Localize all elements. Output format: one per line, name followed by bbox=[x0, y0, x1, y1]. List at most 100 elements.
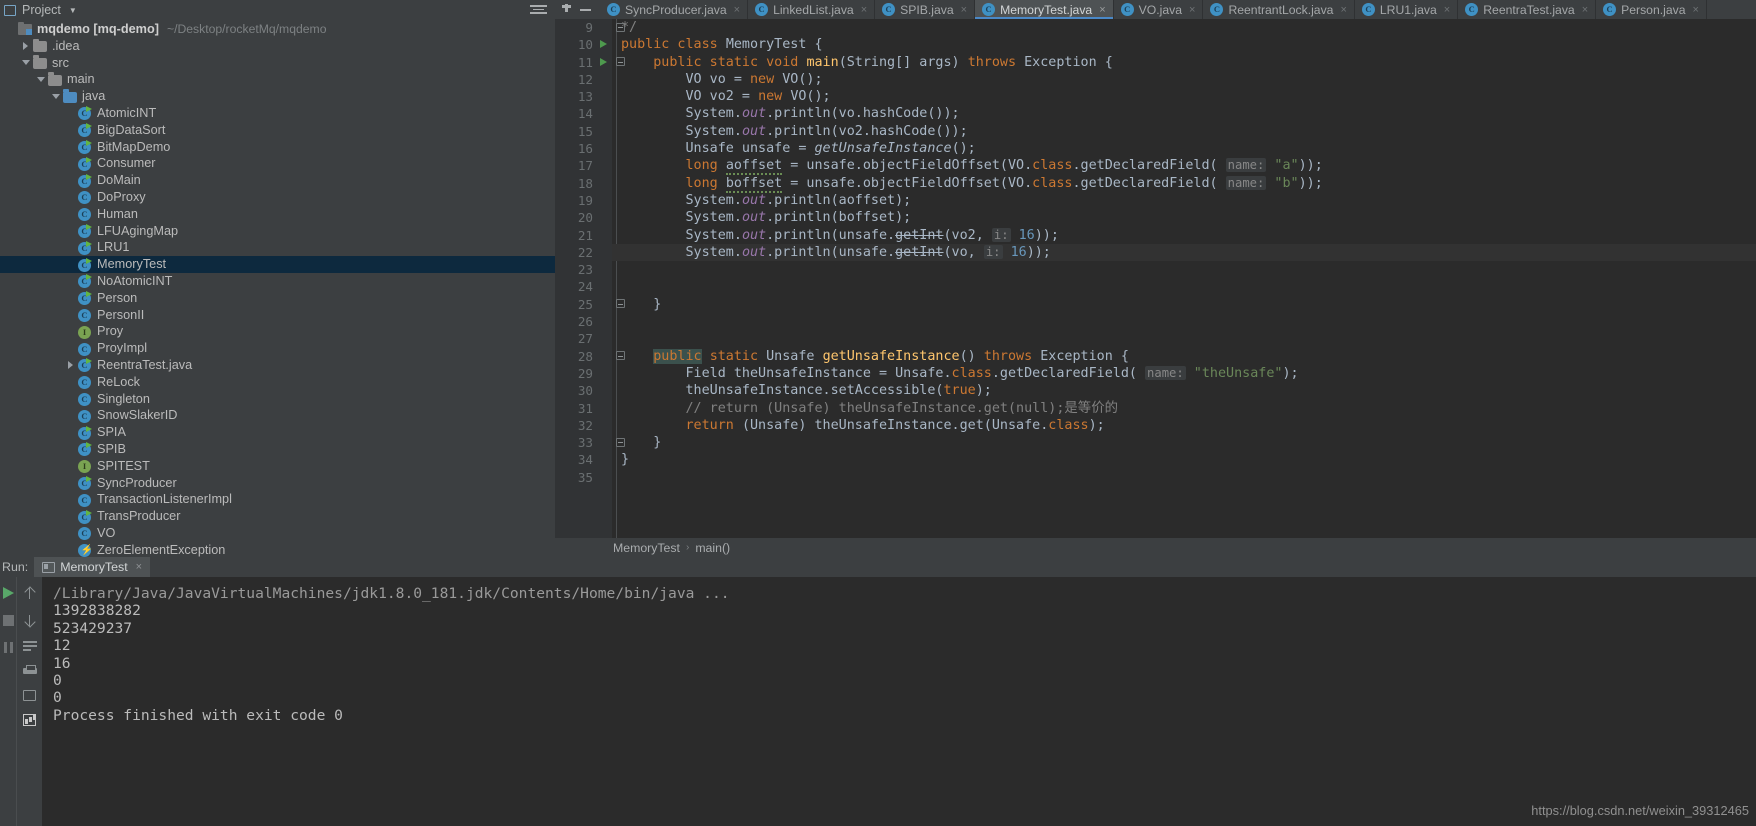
tree-node-atomicint[interactable]: C AtomicINT bbox=[0, 105, 555, 122]
editor-tab-memorytest[interactable]: C MemoryTest.java × bbox=[975, 0, 1114, 19]
code-line-23[interactable]: 23 bbox=[555, 261, 1756, 278]
tree-node-lru1[interactable]: C LRU1 bbox=[0, 239, 555, 256]
hide-icon[interactable] bbox=[580, 8, 591, 11]
tree-node-relock[interactable]: C ReLock bbox=[0, 374, 555, 391]
tree-node-proyimpl[interactable]: C ProyImpl bbox=[0, 340, 555, 357]
tree-twisty-expanded[interactable] bbox=[34, 77, 47, 83]
tree-node-person[interactable]: C Person bbox=[0, 290, 555, 307]
code-line-14[interactable]: 14 System.out.println(vo.hashCode()); bbox=[555, 105, 1756, 122]
stop-icon[interactable] bbox=[2, 615, 14, 626]
code-line-15[interactable]: 15 System.out.println(vo2.hashCode()); bbox=[555, 123, 1756, 140]
chevron-down-icon[interactable]: ▼ bbox=[69, 6, 77, 15]
code-line-19[interactable]: 19 System.out.println(aoffset); bbox=[555, 192, 1756, 209]
editor-tab-linkedlist[interactable]: C LinkedList.java × bbox=[748, 0, 876, 19]
code-line-34[interactable]: 34} bbox=[555, 451, 1756, 468]
editor-tab-lru1[interactable]: C LRU1.java × bbox=[1354, 0, 1459, 19]
code-line-22[interactable]: 22 System.out.println(unsafe.getInt(vo, … bbox=[555, 243, 1756, 262]
code-line-13[interactable]: 13 VO vo2 = new VO(); bbox=[555, 88, 1756, 105]
console-output[interactable]: /Library/Java/JavaVirtualMachines/jdk1.8… bbox=[43, 577, 1756, 826]
close-icon[interactable]: × bbox=[1340, 4, 1346, 16]
tree-node-reentratest-java[interactable]: C ReentraTest.java bbox=[0, 357, 555, 374]
code-line-24[interactable]: 24 bbox=[555, 278, 1756, 295]
breadcrumb-item-method[interactable]: main() bbox=[695, 541, 730, 555]
tree-node--idea[interactable]: .idea bbox=[0, 38, 555, 55]
code-line-30[interactable]: 30 theUnsafeInstance.setAccessible(true)… bbox=[555, 382, 1756, 399]
tree-twisty-expanded[interactable] bbox=[19, 60, 32, 66]
code-line-25[interactable]: 25 } bbox=[555, 296, 1756, 313]
tree-node-transproducer[interactable]: C TransProducer bbox=[0, 508, 555, 525]
tree-node-bitmapdemo[interactable]: C BitMapDemo bbox=[0, 139, 555, 156]
close-icon[interactable]: × bbox=[136, 561, 142, 573]
code-editor[interactable]: 9 */10 public class MemoryTest {11 public … bbox=[555, 19, 1756, 538]
tree-twisty-expanded[interactable] bbox=[49, 94, 62, 100]
editor-tab-reentratest[interactable]: C ReentraTest.java × bbox=[1458, 0, 1597, 19]
code-line-11[interactable]: 11 public static void main(String[] args… bbox=[555, 54, 1756, 71]
run-config-tab[interactable]: MemoryTest × bbox=[34, 557, 151, 577]
code-line-16[interactable]: 16 Unsafe unsafe = getUnsafeInstance(); bbox=[555, 140, 1756, 157]
editor-tab-person[interactable]: C Person.java × bbox=[1596, 0, 1707, 19]
tree-node-spitest[interactable]: I SPITEST bbox=[0, 458, 555, 475]
close-icon[interactable]: × bbox=[1692, 4, 1698, 16]
tree-node-src[interactable]: src bbox=[0, 55, 555, 72]
editor-tab-vo[interactable]: C VO.java × bbox=[1113, 0, 1204, 19]
tree-node-lfuagingmap[interactable]: C LFUAgingMap bbox=[0, 223, 555, 240]
editor-tab-syncproducer[interactable]: C SyncProducer.java × bbox=[600, 0, 749, 19]
tree-node-personii[interactable]: C PersonII bbox=[0, 307, 555, 324]
code-line-33[interactable]: 33 } bbox=[555, 434, 1756, 451]
run-gutter-icon[interactable] bbox=[597, 54, 609, 71]
close-icon[interactable]: × bbox=[861, 4, 867, 16]
tree-node-root[interactable]: mqdemo [mq-demo] ~/Desktop/rocketMq/mqde… bbox=[0, 21, 555, 38]
close-icon[interactable]: × bbox=[1444, 4, 1450, 16]
code-line-27[interactable]: 27 bbox=[555, 330, 1756, 347]
scroll-to-end-icon[interactable] bbox=[23, 690, 36, 701]
rerun-icon[interactable] bbox=[2, 587, 14, 599]
run-gutter-icon[interactable] bbox=[597, 36, 609, 53]
tree-node-consumer[interactable]: C Consumer bbox=[0, 155, 555, 172]
tree-node-zeroelementexception[interactable]: ZeroElementException bbox=[0, 542, 555, 557]
tree-node-snowslakerid[interactable]: C SnowSlakerID bbox=[0, 407, 555, 424]
tree-node-vo[interactable]: C VO bbox=[0, 525, 555, 542]
code-line-17[interactable]: 17 long aoffset = unsafe.objectFieldOffs… bbox=[555, 157, 1756, 176]
code-line-20[interactable]: 20 System.out.println(boffset); bbox=[555, 209, 1756, 226]
editor-tab-spib[interactable]: C SPIB.java × bbox=[875, 0, 976, 19]
tree-node-doproxy[interactable]: C DoProxy bbox=[0, 189, 555, 206]
code-line-12[interactable]: 12 VO vo = new VO(); bbox=[555, 71, 1756, 88]
code-line-18[interactable]: 18 long boffset = unsafe.objectFieldOffs… bbox=[555, 175, 1756, 193]
pause-icon[interactable] bbox=[3, 642, 14, 653]
tree-node-singleton[interactable]: C Singleton bbox=[0, 391, 555, 408]
editor-tab-reentrantlock[interactable]: C ReentrantLock.java × bbox=[1203, 0, 1355, 19]
tree-node-memorytest[interactable]: C MemoryTest bbox=[0, 256, 555, 273]
tree-node-main[interactable]: main bbox=[0, 71, 555, 88]
collapse-all-icon[interactable] bbox=[530, 5, 547, 16]
tree-node-spia[interactable]: C SPIA bbox=[0, 424, 555, 441]
down-arrow-icon[interactable] bbox=[24, 613, 36, 627]
pin-tab-icon[interactable] bbox=[562, 4, 571, 15]
up-arrow-icon[interactable] bbox=[24, 586, 36, 600]
code-line-29[interactable]: 29 Field theUnsafeInstance = Unsafe.clas… bbox=[555, 365, 1756, 382]
tree-node-noatomicint[interactable]: C NoAtomicINT bbox=[0, 273, 555, 290]
code-line-9[interactable]: 9 */ bbox=[555, 19, 1756, 36]
close-icon[interactable]: × bbox=[1099, 4, 1105, 16]
tree-node-human[interactable]: C Human bbox=[0, 206, 555, 223]
code-line-26[interactable]: 26 bbox=[555, 313, 1756, 330]
close-icon[interactable]: × bbox=[1189, 4, 1195, 16]
code-line-32[interactable]: 32 return (Unsafe) theUnsafeInstance.get… bbox=[555, 417, 1756, 434]
tree-node-domain[interactable]: C DoMain bbox=[0, 172, 555, 189]
code-line-21[interactable]: 21 System.out.println(unsafe.getInt(vo2,… bbox=[555, 227, 1756, 244]
tree-node-proy[interactable]: I Proy bbox=[0, 323, 555, 340]
tree-node-spib[interactable]: C SPIB bbox=[0, 441, 555, 458]
tree-node-bigdatasort[interactable]: C BigDataSort bbox=[0, 122, 555, 139]
clear-all-icon[interactable] bbox=[23, 714, 36, 726]
tree-twisty-collapsed[interactable] bbox=[19, 42, 32, 51]
code-line-31[interactable]: 31 // return (Unsafe) theUnsafeInstance.… bbox=[555, 400, 1756, 417]
tree-twisty-collapsed[interactable] bbox=[64, 361, 77, 370]
code-line-10[interactable]: 10 public class MemoryTest { bbox=[555, 36, 1756, 53]
tree-node-transactionlistenerimpl[interactable]: C TransactionListenerImpl bbox=[0, 491, 555, 508]
code-content[interactable]: 9 */10 public class MemoryTest {11 public … bbox=[555, 19, 1756, 538]
tree-node-java[interactable]: java bbox=[0, 88, 555, 105]
soft-wrap-icon[interactable] bbox=[22, 640, 37, 652]
code-line-28[interactable]: 28 public static Unsafe getUnsafeInstanc… bbox=[555, 348, 1756, 365]
close-icon[interactable]: × bbox=[961, 4, 967, 16]
close-icon[interactable]: × bbox=[734, 4, 740, 16]
code-line-35[interactable]: 35 bbox=[555, 469, 1756, 486]
